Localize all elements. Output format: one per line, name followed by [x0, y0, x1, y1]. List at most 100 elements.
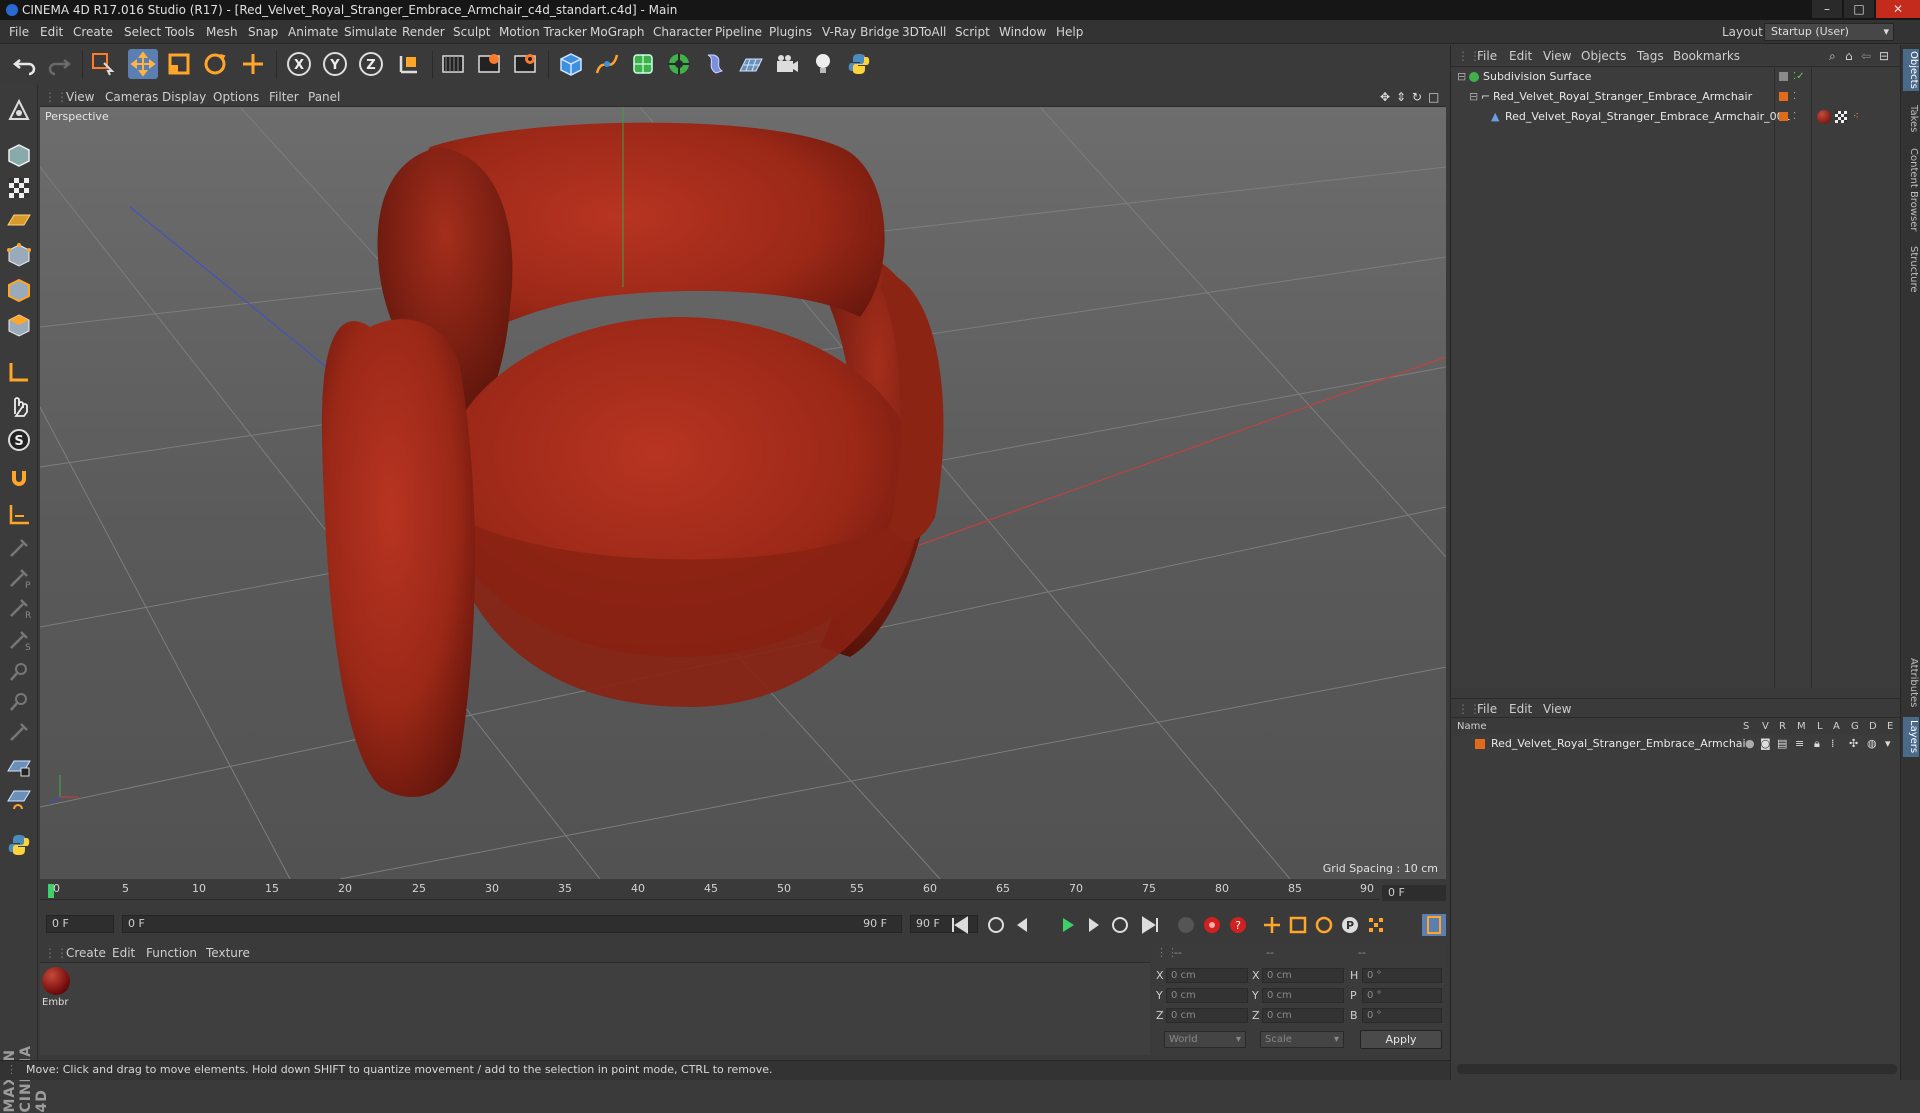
render-settings-icon[interactable] — [510, 49, 540, 79]
move-icon[interactable] — [128, 49, 158, 79]
menu-tools[interactable]: Tools — [165, 25, 195, 39]
side-tab-objects[interactable]: Objects — [1903, 49, 1919, 91]
coord-rot-p-field[interactable]: 0 ° — [1362, 988, 1442, 1003]
om-menu-edit[interactable]: Edit — [1509, 49, 1532, 63]
key-scale-icon[interactable] — [1286, 914, 1310, 936]
menu-mograph[interactable]: MoGraph — [590, 25, 645, 39]
key-pla-icon[interactable] — [1364, 914, 1388, 936]
deformer-icon[interactable] — [700, 49, 730, 79]
coord-rot-h-field[interactable]: 0 ° — [1362, 968, 1442, 983]
armchair-model[interactable] — [321, 122, 944, 797]
apply-button[interactable]: Apply — [1360, 1030, 1442, 1049]
layer-view-icon[interactable]: ◙ — [1760, 735, 1771, 753]
new-view-icon[interactable]: ⊟ — [1879, 49, 1889, 63]
collapse-icon[interactable]: ⊟ — [1457, 68, 1466, 86]
python-icon[interactable] — [844, 49, 874, 79]
keyframe-selection-icon[interactable]: ? — [1226, 914, 1250, 936]
grid-lock-icon[interactable] — [4, 751, 34, 781]
layer-col-r[interactable]: R — [1779, 721, 1786, 732]
autokey-icon[interactable] — [1200, 914, 1224, 936]
subdivision-icon[interactable] — [628, 49, 658, 79]
floor-icon[interactable] — [736, 49, 766, 79]
close-button[interactable]: ✕ — [1876, 0, 1920, 18]
menu-animate[interactable]: Animate — [288, 25, 338, 39]
mat-menu-function[interactable]: Function — [146, 946, 197, 960]
z-axis-icon[interactable]: Z — [356, 49, 386, 79]
layout-select[interactable]: Startup (User) ▾ — [1764, 23, 1894, 41]
coord-pos-z-field[interactable]: 0 cm — [1166, 1008, 1248, 1023]
previous-frame-icon[interactable] — [1010, 914, 1034, 936]
vp-menu-options[interactable]: Options — [213, 90, 259, 104]
texture-tag-icon[interactable] — [1835, 111, 1847, 123]
next-key-icon[interactable] — [1108, 914, 1132, 936]
lm-menu-file[interactable]: File — [1477, 702, 1497, 716]
start-frame-field[interactable]: 0 F — [46, 915, 114, 933]
tweak-mode-icon[interactable] — [4, 390, 34, 420]
vp-menu-cameras[interactable]: Cameras — [105, 90, 158, 104]
key-position-icon[interactable] — [1260, 914, 1284, 936]
coord-transform-select[interactable]: Scale ▾ — [1260, 1031, 1344, 1048]
vp-menu-panel[interactable]: Panel — [308, 90, 340, 104]
timeline-layout-icon[interactable] — [1422, 914, 1446, 936]
coord-pos-x-field[interactable]: 0 cm — [1166, 968, 1248, 983]
camera-icon[interactable] — [772, 49, 802, 79]
side-tab-content-browser[interactable]: Content Browser — [1903, 145, 1919, 235]
grid-snap-icon[interactable] — [4, 785, 34, 815]
layer-solo-icon[interactable]: ● — [1745, 735, 1755, 753]
object-name[interactable]: Subdivision Surface — [1483, 68, 1591, 86]
material-swatch[interactable] — [42, 967, 70, 995]
maximize-button[interactable]: □ — [1844, 0, 1874, 18]
layer-color-box[interactable] — [1779, 72, 1788, 81]
menu-sculpt[interactable]: Sculpt — [453, 25, 490, 39]
python-script-icon[interactable] — [4, 830, 34, 860]
key-rotation-icon[interactable] — [1312, 914, 1336, 936]
menu-script[interactable]: Script — [955, 25, 990, 39]
go-to-end-icon[interactable] — [1138, 914, 1162, 936]
polygons-mode-icon[interactable] — [4, 310, 34, 340]
vp-maximize-icon[interactable]: □ — [1428, 90, 1439, 104]
minimize-button[interactable]: – — [1812, 0, 1842, 18]
horizontal-scrollbar[interactable] — [1457, 1064, 1897, 1074]
coord-size-x-field[interactable]: 0 cm — [1262, 968, 1344, 983]
side-tab-attributes[interactable]: Attributes — [1903, 655, 1919, 711]
layer-name[interactable]: Red_Velvet_Royal_Stranger_Embrace_Armcha… — [1491, 735, 1750, 753]
menu-edit[interactable]: Edit — [40, 25, 63, 39]
collapse-icon[interactable]: ⊟ — [1469, 88, 1478, 106]
render-view-icon[interactable] — [438, 49, 468, 79]
object-row-armchair-mesh[interactable]: ▲ Red_Velvet_Royal_Stranger_Embrace_Armc… — [1451, 108, 1901, 126]
edges-mode-icon[interactable] — [4, 275, 34, 305]
texture-mode-icon[interactable] — [4, 173, 34, 203]
next-frame-icon[interactable] — [1082, 914, 1106, 936]
magnet-icon[interactable] — [4, 463, 34, 493]
snap-enable-icon[interactable]: S — [4, 425, 34, 455]
mograph-cloner-icon[interactable] — [664, 49, 694, 79]
make-editable-icon[interactable] — [4, 95, 34, 125]
menu-pipeline[interactable]: Pipeline — [715, 25, 762, 39]
vp-move-icon[interactable]: ✥ — [1380, 90, 1390, 104]
coord-rot-b-field[interactable]: 0 ° — [1362, 1008, 1442, 1023]
coord-size-z-field[interactable]: 0 cm — [1262, 1008, 1344, 1023]
visibility-dots-icon[interactable]: ⁚ — [1793, 88, 1796, 106]
phong-tag-icon[interactable]: ⁖ — [1853, 108, 1859, 126]
redo-icon[interactable] — [44, 49, 74, 79]
om-menu-tags[interactable]: Tags — [1637, 49, 1664, 63]
side-tab-structure[interactable]: Structure — [1903, 243, 1919, 295]
layer-lock-icon[interactable]: 🔒︎ — [1814, 735, 1820, 753]
layer-col-e[interactable]: E — [1887, 721, 1893, 732]
material-label[interactable]: Embr — [42, 997, 69, 1008]
layer-col-d[interactable]: D — [1869, 721, 1877, 732]
object-name[interactable]: Red_Velvet_Royal_Stranger_Embrace_Armcha… — [1493, 88, 1752, 106]
layer-generator-icon[interactable]: ✣ — [1849, 735, 1858, 753]
layer-col-g[interactable]: G — [1851, 721, 1859, 732]
layer-row[interactable]: Red_Velvet_Royal_Stranger_Embrace_Armcha… — [1451, 735, 1901, 753]
play-icon[interactable] — [1056, 914, 1080, 936]
menu-file[interactable]: File — [9, 25, 29, 39]
live-select-icon[interactable] — [88, 49, 118, 79]
coordinate-system-icon[interactable] — [394, 49, 424, 79]
om-menu-file[interactable]: File — [1477, 49, 1497, 63]
layer-col-l[interactable]: L — [1817, 721, 1823, 732]
mat-menu-texture[interactable]: Texture — [206, 946, 250, 960]
vp-zoom-icon[interactable]: ⇕ — [1396, 90, 1406, 104]
vp-menu-filter[interactable]: Filter — [269, 90, 299, 104]
layer-deformer-icon[interactable]: ◍ — [1867, 735, 1877, 753]
